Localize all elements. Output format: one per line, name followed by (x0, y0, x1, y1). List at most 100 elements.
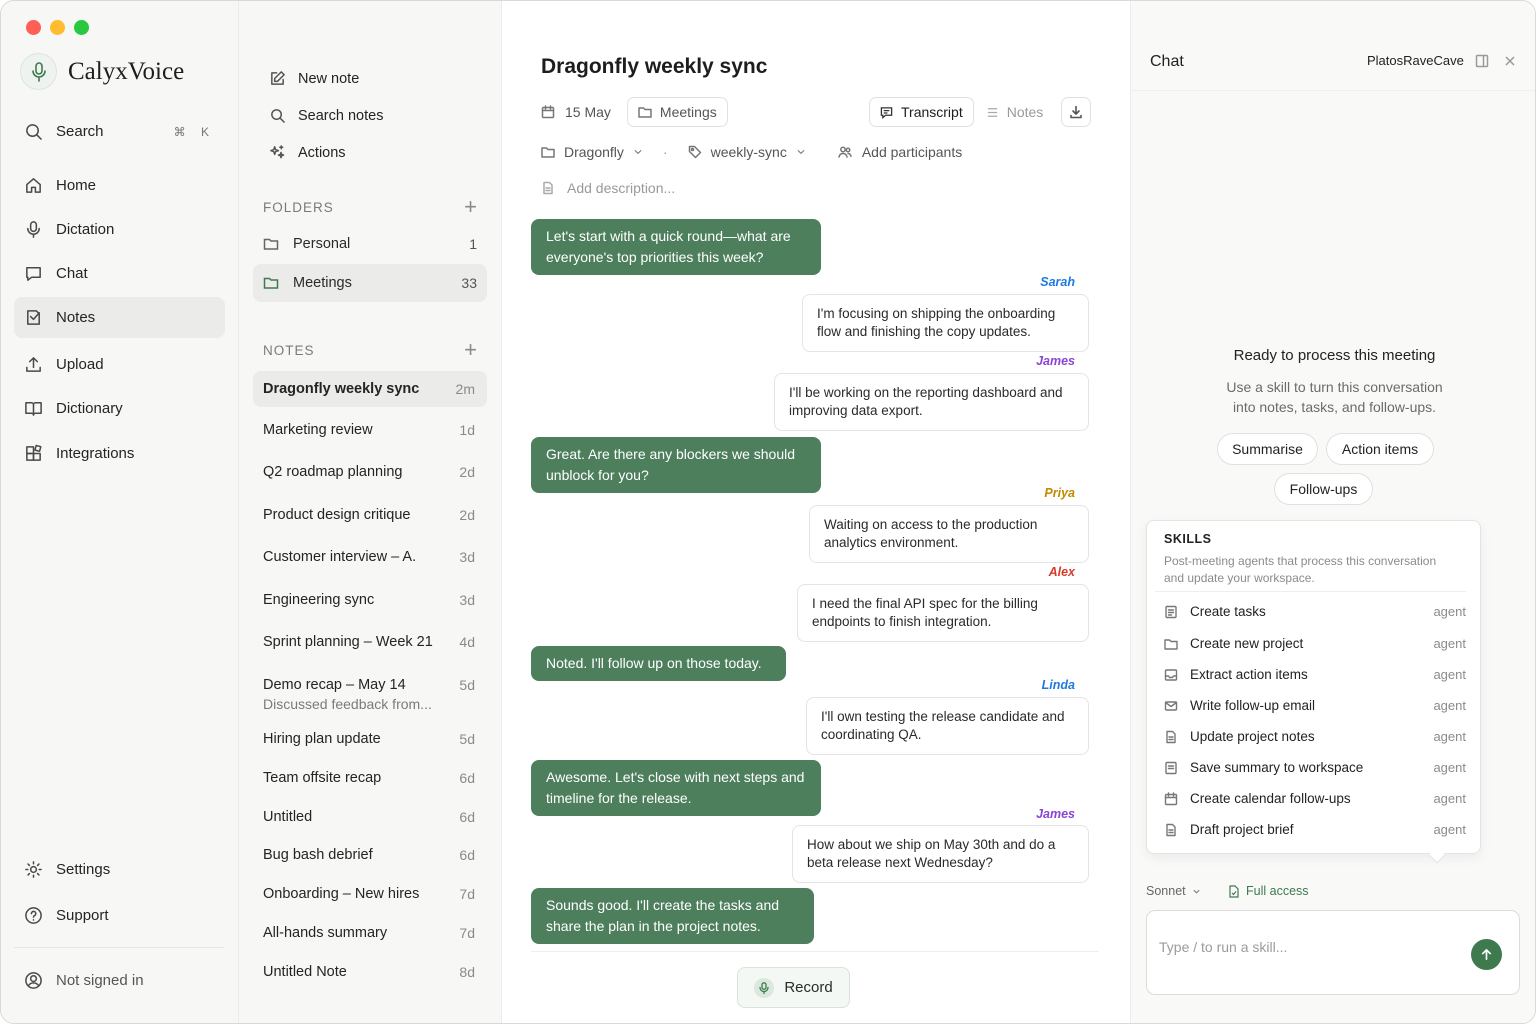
meeting-title[interactable]: Dragonfly weekly sync (541, 55, 767, 79)
empty-state-desc: Use a skill to turn this conversation (1226, 379, 1443, 395)
new-note-button[interactable]: New note (269, 70, 359, 87)
file-check-icon (1229, 884, 1239, 898)
tag-selector[interactable]: weekly-sync (688, 144, 806, 160)
upload-icon (26, 357, 41, 372)
sidebar-search[interactable]: Search ⌘ K (14, 111, 225, 152)
note-item[interactable]: Demo recap – May 14 Discussed feedback f… (253, 677, 487, 712)
skill-tag: agent (1433, 636, 1466, 651)
model-selector[interactable]: Sonnet (1146, 884, 1201, 898)
notes-heading: NOTES (263, 342, 315, 358)
chat-input[interactable] (1159, 939, 1449, 955)
date-field[interactable]: 15 May (541, 104, 611, 120)
user-avatar-icon (25, 972, 42, 989)
note-title: Demo recap – May 14 (263, 677, 406, 693)
view-toggle: Transcript Notes (869, 97, 1053, 127)
sidebar-item-home[interactable]: Home (14, 165, 225, 206)
transcript-bubble: I'll be working on the reporting dashboa… (774, 373, 1089, 431)
sidebar-item-support[interactable]: Support (14, 895, 225, 936)
sidebar-item-dictation[interactable]: Dictation (14, 209, 225, 250)
close-chat-button[interactable] (1503, 54, 1519, 70)
skills-menu: SKILLS Post-meeting agents that process … (1146, 520, 1481, 854)
speaker-name: James (1036, 807, 1075, 821)
summarise-button[interactable]: Summarise (1217, 433, 1318, 465)
skill-tag: agent (1433, 822, 1466, 837)
add-folder-button[interactable]: + (464, 194, 477, 220)
minimize-window-button[interactable] (50, 20, 65, 35)
note-item[interactable]: Product design critique 2d (253, 507, 487, 523)
sidebar-item-label: Home (56, 177, 97, 194)
sidebar-item-dictionary[interactable]: Dictionary (14, 388, 225, 429)
action-items-button[interactable]: Action items (1326, 433, 1434, 465)
calendar-icon (541, 105, 555, 119)
search-notes-button[interactable]: Search notes (269, 107, 383, 124)
tab-notes[interactable]: Notes (976, 97, 1054, 127)
skill-write-follow-up-email[interactable]: Write follow-up email agent (1164, 698, 1466, 713)
send-button[interactable] (1471, 939, 1502, 970)
close-icon (1505, 56, 1515, 66)
note-title: Dragonfly weekly sync (263, 381, 420, 397)
transcript-bubble-self: Let's start with a quick round—what are … (531, 219, 821, 275)
folder-item-personal[interactable]: Personal 1 (253, 225, 487, 263)
note-item[interactable]: Dragonfly weekly sync 2m (253, 371, 487, 407)
add-participants-button[interactable]: Add participants (838, 144, 962, 160)
skill-update-project-notes[interactable]: Update project notes agent (1164, 729, 1466, 744)
speaker-name: Sarah (1040, 275, 1075, 289)
note-title: Customer interview – A. (263, 549, 417, 565)
skill-name: Create new project (1190, 636, 1304, 651)
sidebar-item-notes[interactable]: Notes (14, 297, 225, 338)
folder-count: 1 (469, 236, 477, 252)
note-title: Engineering sync (263, 592, 375, 608)
sidebar-item-chat[interactable]: Chat (14, 253, 225, 294)
note-item[interactable]: Untitled 6d (253, 809, 487, 825)
home-icon (26, 178, 41, 193)
description-field[interactable]: Add description... (541, 180, 675, 196)
skill-create-calendar-follow-ups[interactable]: Create calendar follow-ups agent (1164, 791, 1466, 806)
skill-save-summary[interactable]: Save summary to workspace agent (1164, 760, 1466, 775)
note-age: 4d (459, 634, 475, 650)
transcript-bubble: Waiting on access to the production anal… (809, 505, 1089, 563)
skill-create-new-project[interactable]: Create new project agent (1164, 636, 1466, 651)
tab-transcript[interactable]: Transcript (869, 97, 974, 127)
sidebar-item-upload[interactable]: Upload (14, 344, 225, 385)
note-item[interactable]: Customer interview – A. 3d (253, 549, 487, 565)
speaker-name: Linda (1041, 678, 1075, 692)
note-item[interactable]: Sprint planning – Week 21 4d (253, 634, 487, 650)
account-label: Not signed in (56, 972, 144, 989)
record-button[interactable]: Record (737, 967, 850, 1008)
skill-create-tasks[interactable]: Create tasks agent (1164, 604, 1466, 619)
note-item[interactable]: Untitled Note 8d (253, 964, 487, 980)
chevron-down-icon (634, 150, 642, 154)
close-window-button[interactable] (26, 20, 41, 35)
skill-draft-project-brief[interactable]: Draft project brief agent (1164, 822, 1466, 837)
note-title: Hiring plan update (263, 731, 381, 747)
zoom-window-button[interactable] (74, 20, 89, 35)
note-item[interactable]: All-hands summary 7d (253, 925, 487, 941)
note-age: 7d (459, 886, 475, 902)
note-item[interactable]: Onboarding – New hires 7d (253, 886, 487, 902)
toggle-panel-button[interactable] (1475, 54, 1491, 70)
chat-user[interactable]: PlatosRaveCave (1367, 53, 1464, 68)
folder-chip[interactable]: Meetings (626, 97, 728, 127)
mail-icon (1164, 700, 1178, 711)
skill-tag: agent (1433, 698, 1466, 713)
meeting-view: Dragonfly weekly sync 15 May Meetings Tr… (502, 1, 1130, 1023)
access-selector[interactable]: Full access (1228, 884, 1309, 898)
folder-item-meetings[interactable]: Meetings 33 (253, 264, 487, 302)
project-selector[interactable]: Dragonfly (541, 144, 643, 160)
sidebar-item-integrations[interactable]: Integrations (14, 433, 225, 474)
note-item[interactable]: Q2 roadmap planning 2d (253, 464, 487, 480)
note-item[interactable]: Bug bash debrief 6d (253, 847, 487, 863)
follow-ups-button[interactable]: Follow-ups (1274, 473, 1373, 505)
skills-description: Post-meeting agents that process this co… (1164, 554, 1437, 585)
sidebar-item-settings[interactable]: Settings (14, 849, 225, 890)
skill-extract-action-items[interactable]: Extract action items agent (1164, 667, 1466, 682)
note-age: 6d (459, 809, 475, 825)
download-button[interactable] (1061, 97, 1091, 127)
note-item[interactable]: Hiring plan update 5d (253, 731, 487, 747)
note-item[interactable]: Marketing review 1d (253, 422, 487, 438)
note-item[interactable]: Engineering sync 3d (253, 592, 487, 608)
add-note-button[interactable]: + (464, 337, 477, 363)
actions-button[interactable]: Actions (269, 144, 346, 161)
note-item[interactable]: Team offsite recap 6d (253, 770, 487, 786)
account-status[interactable]: Not signed in (14, 960, 225, 1001)
